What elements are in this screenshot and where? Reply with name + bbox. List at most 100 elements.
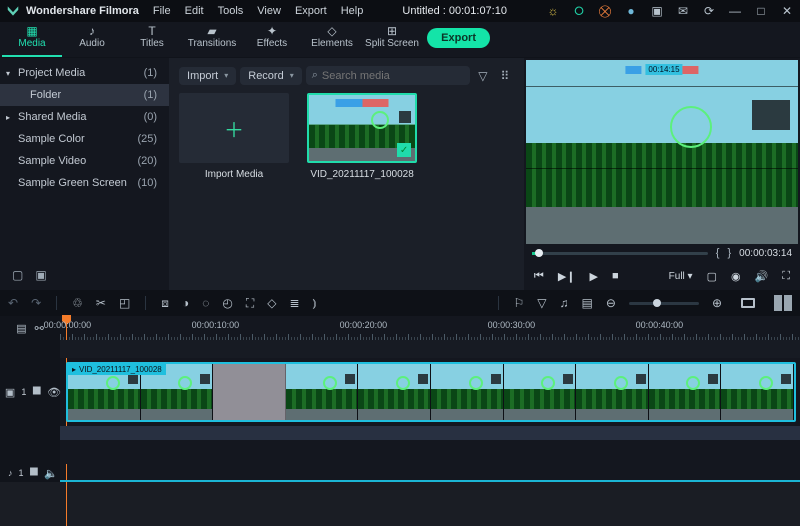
greenscreen-icon[interactable]: ◌ [202,296,209,310]
caret-icon: ▸ [6,113,10,122]
ruler-label: 00:00:10:00 [192,320,240,330]
record-dropdown[interactable]: Record ▾ [240,67,301,85]
zoom-in-icon[interactable]: ⊕ [712,296,722,310]
zoom-slider[interactable] [629,302,699,305]
sidebar-item-folder[interactable]: Folder(1) [0,84,169,106]
track-manager-icon[interactable]: ▤ [16,322,26,335]
mark-out-icon[interactable]: } [727,247,731,259]
audio-icon[interactable]: ⦆ [313,296,317,311]
mute-audio-icon[interactable]: 🔈 [44,467,58,480]
menu-tools[interactable]: Tools [218,5,244,17]
tab-effects[interactable]: ✦Effects [242,20,302,57]
voice-icon[interactable]: ▽ [537,296,546,310]
preview-viewport[interactable]: 00:14:15 [526,60,798,244]
mute-video-icon[interactable]: 👁 [47,386,61,399]
cut-icon[interactable]: ✂ [96,296,106,310]
sidebar-item-shared-media[interactable]: ▸Shared Media(0) [0,106,169,128]
speed-icon[interactable]: ⧈ [161,296,169,311]
minimize-icon[interactable]: ― [728,4,742,18]
sidebar-item-sample-video[interactable]: Sample Video(20) [0,150,169,172]
tab-media[interactable]: ▦Media [2,20,62,57]
zoom-fit-button[interactable] [741,298,755,308]
sidebar-item-sample-green-screen[interactable]: Sample Green Screen(10) [0,172,169,194]
tab-split[interactable]: ⊞Split Screen [362,20,422,57]
magnet-icon[interactable]: ⚯ [35,322,44,335]
tab-transitions[interactable]: ▰Transitions [182,20,242,57]
menu-export[interactable]: Export [295,5,327,17]
mixer-icon[interactable]: ♫ [560,296,569,310]
ruler-label: 00:00:30:00 [488,320,536,330]
tab-titles[interactable]: TTitles [122,20,182,57]
filter-icon[interactable]: ▽ [474,69,492,83]
import-dropdown[interactable]: Import ▾ [179,67,236,85]
document-title: Untitled : 00:01:07:10 [363,5,546,17]
mic-icon[interactable]: ⟳ [702,4,716,18]
track-visibility-icon[interactable]: ▣ [5,386,15,399]
quality-dropdown[interactable]: Full ▾ [669,271,693,282]
zoom-out-icon[interactable]: ⊖ [606,296,616,310]
render-icon[interactable]: ▤ [582,296,593,310]
new-folder-icon[interactable]: ▢ [12,268,23,282]
tab-elements[interactable]: ◇Elements [302,20,362,57]
export-button[interactable]: Export [427,28,490,48]
snapshot-icon[interactable]: ◉ [731,270,741,283]
step-back-icon[interactable]: ⏮ [534,270,544,283]
menu-file[interactable]: File [153,5,171,17]
import-label: Import [187,70,218,82]
seek-bar[interactable] [532,252,708,255]
mark-in-icon[interactable]: { [716,247,720,259]
tab-audio[interactable]: ♪Audio [62,20,122,57]
sidebar-item-sample-color[interactable]: Sample Color(25) [0,128,169,150]
align-icon[interactable]: ≣ [289,296,299,310]
crop-icon[interactable]: ◰ [119,296,130,310]
close-icon[interactable]: ✕ [780,4,794,18]
search-box[interactable]: ⌕ [306,66,470,85]
delete-icon[interactable]: ♲ [72,296,83,310]
fullscreen-icon[interactable]: ⛶ [782,270,790,283]
redo-icon[interactable]: ↷ [31,296,41,310]
audio-track-lane[interactable] [60,464,800,482]
mail-icon[interactable]: ✉ [676,4,690,18]
save-icon[interactable]: ▣ [650,4,664,18]
search-input[interactable] [322,70,464,82]
maximize-icon[interactable]: □ [754,4,768,18]
open-folder-icon[interactable]: ▣ [35,268,46,282]
support-icon[interactable]: ⭘ [572,4,586,19]
undo-icon[interactable]: ↶ [8,296,18,310]
dual-view-toggle[interactable] [772,295,792,311]
timeline-clip[interactable]: ▸VID_20211117_100028 [66,362,796,422]
timeline-toolbar: ↶ ↷ ♲ ✂ ◰ ⧈ ◑ ◌ ◴ ⛶ ◇ ≣ ⦆ ⚐ ▽ ♫ ▤ ⊖ ⊕ [0,290,800,316]
lock-icon[interactable]: ⯀ [30,467,39,480]
chevron-down-icon: ▾ [224,71,228,80]
monitor-icon[interactable]: ▢ [707,270,717,283]
search-icon: ⌕ [312,69,318,82]
preview-timecode: 00:00:03:14 [739,248,792,259]
play-icon[interactable]: ▶ [590,270,598,283]
video-track-number: 1 [21,387,26,397]
menu-view[interactable]: View [257,5,281,17]
time-ruler[interactable]: 00:00:00:0000:00:10:0000:00:20:0000:00:3… [60,316,800,340]
preview-hud: 00:14:15 [625,64,698,75]
menu-edit[interactable]: Edit [185,5,204,17]
expand-icon[interactable]: ⛶ [246,296,254,311]
menu-help[interactable]: Help [341,5,364,17]
idea-icon[interactable]: ☼ [546,4,560,18]
stop-icon[interactable]: ■ [612,270,619,282]
frame-back-icon[interactable]: ▶❙ [558,270,576,283]
timeline-clip-play-icon: ▸ [72,365,76,374]
media-clip-thumbnail[interactable]: ✓ [307,93,417,163]
app-logo-icon [6,4,20,18]
timer-icon[interactable]: ◴ [222,296,232,310]
grid-view-icon[interactable]: ⠿ [496,69,514,83]
import-media-tile[interactable]: ＋ [179,93,289,163]
volume-icon[interactable]: 🔊 [755,270,769,283]
sidebar-item-project-media[interactable]: ▾Project Media(1) [0,62,169,84]
split-icon: ⊞ [362,24,422,38]
video-track-lane[interactable]: ▸VID_20211117_100028 [60,358,800,426]
cart-icon[interactable]: ⛒ [598,4,612,19]
marker-icon[interactable]: ⚐ [514,296,525,310]
lock-icon[interactable]: ⯀ [32,386,41,399]
keyframe-icon[interactable]: ◇ [267,296,276,310]
color-icon[interactable]: ◑ [182,296,189,310]
globe-icon[interactable]: ● [624,4,638,18]
